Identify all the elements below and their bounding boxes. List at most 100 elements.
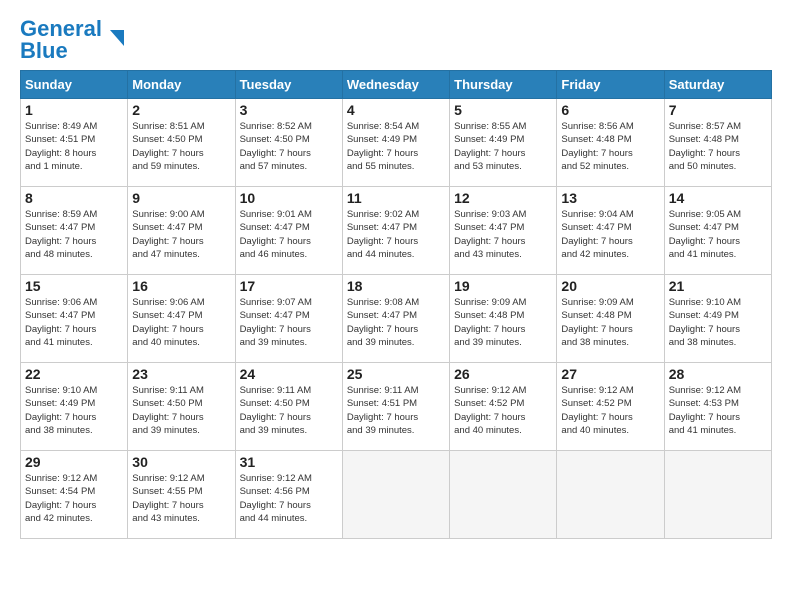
page: GeneralBlue SundayMondayTuesdayWednesday… (0, 0, 792, 549)
day-number: 16 (132, 278, 230, 294)
day-number: 27 (561, 366, 659, 382)
day-number: 1 (25, 102, 123, 118)
day-info: Sunrise: 8:51 AM Sunset: 4:50 PM Dayligh… (132, 120, 230, 173)
week-row-3: 15Sunrise: 9:06 AM Sunset: 4:47 PM Dayli… (21, 275, 772, 363)
day-cell: 16 Sunrise: 9:06 AM Sunset: 4:47 PM Dayli… (128, 275, 235, 363)
header-row: SundayMondayTuesdayWednesdayThursdayFrid… (21, 71, 772, 99)
day-cell: 21 Sunrise: 9:10 AM Sunset: 4:49 PM Dayli… (664, 275, 771, 363)
logo-text: GeneralBlue (20, 18, 102, 62)
day-number: 29 (25, 454, 123, 470)
day-info: Sunrise: 9:11 AM Sunset: 4:50 PM Dayligh… (132, 384, 230, 437)
day-cell: 11 Sunrise: 9:02 AM Sunset: 4:47 PM Dayli… (342, 187, 449, 275)
day-info: Sunrise: 9:06 AM Sunset: 4:47 PM Dayligh… (132, 296, 230, 349)
day-cell (342, 451, 449, 539)
day-cell (450, 451, 557, 539)
day-info: Sunrise: 9:06 AM Sunset: 4:47 PM Dayligh… (25, 296, 123, 349)
day-number: 5 (454, 102, 552, 118)
day-info: Sunrise: 8:49 AM Sunset: 4:51 PM Dayligh… (25, 120, 123, 173)
day-cell: 15Sunrise: 9:06 AM Sunset: 4:47 PM Dayli… (21, 275, 128, 363)
day-number: 31 (240, 454, 338, 470)
day-cell: 20 Sunrise: 9:09 AM Sunset: 4:48 PM Dayli… (557, 275, 664, 363)
day-cell: 14 Sunrise: 9:05 AM Sunset: 4:47 PM Dayli… (664, 187, 771, 275)
day-cell: 24Sunrise: 9:11 AM Sunset: 4:50 PM Dayli… (235, 363, 342, 451)
day-info: Sunrise: 9:12 AM Sunset: 4:54 PM Dayligh… (25, 472, 123, 525)
day-info: Sunrise: 8:56 AM Sunset: 4:48 PM Dayligh… (561, 120, 659, 173)
day-number: 22 (25, 366, 123, 382)
day-number: 19 (454, 278, 552, 294)
day-info: Sunrise: 9:00 AM Sunset: 4:47 PM Dayligh… (132, 208, 230, 261)
day-cell: 8Sunrise: 8:59 AM Sunset: 4:47 PM Daylig… (21, 187, 128, 275)
day-info: Sunrise: 8:55 AM Sunset: 4:49 PM Dayligh… (454, 120, 552, 173)
col-header-sunday: Sunday (21, 71, 128, 99)
day-cell: 9Sunrise: 9:00 AM Sunset: 4:47 PM Daylig… (128, 187, 235, 275)
day-number: 12 (454, 190, 552, 206)
week-row-4: 22 Sunrise: 9:10 AM Sunset: 4:49 PM Dayli… (21, 363, 772, 451)
day-number: 10 (240, 190, 338, 206)
day-info: Sunrise: 9:10 AM Sunset: 4:49 PM Dayligh… (25, 384, 123, 437)
day-cell: 17 Sunrise: 9:07 AM Sunset: 4:47 PM Dayli… (235, 275, 342, 363)
day-info: Sunrise: 8:57 AM Sunset: 4:48 PM Dayligh… (669, 120, 767, 173)
day-cell: 2 Sunrise: 8:51 AM Sunset: 4:50 PM Daylig… (128, 99, 235, 187)
logo-icon (106, 28, 128, 50)
day-cell: 31 Sunrise: 9:12 AM Sunset: 4:56 PM Dayli… (235, 451, 342, 539)
day-number: 17 (240, 278, 338, 294)
day-info: Sunrise: 9:12 AM Sunset: 4:55 PM Dayligh… (132, 472, 230, 525)
day-number: 14 (669, 190, 767, 206)
day-cell: 27 Sunrise: 9:12 AM Sunset: 4:52 PM Dayli… (557, 363, 664, 451)
header: GeneralBlue (20, 18, 772, 62)
day-info: Sunrise: 9:05 AM Sunset: 4:47 PM Dayligh… (669, 208, 767, 261)
week-row-5: 29 Sunrise: 9:12 AM Sunset: 4:54 PM Dayli… (21, 451, 772, 539)
col-header-tuesday: Tuesday (235, 71, 342, 99)
col-header-wednesday: Wednesday (342, 71, 449, 99)
day-cell: 6 Sunrise: 8:56 AM Sunset: 4:48 PM Daylig… (557, 99, 664, 187)
day-cell: 19Sunrise: 9:09 AM Sunset: 4:48 PM Dayli… (450, 275, 557, 363)
day-cell: 7 Sunrise: 8:57 AM Sunset: 4:48 PM Daylig… (664, 99, 771, 187)
day-cell (557, 451, 664, 539)
day-cell: 23 Sunrise: 9:11 AM Sunset: 4:50 PM Dayli… (128, 363, 235, 451)
day-cell: 12 Sunrise: 9:03 AM Sunset: 4:47 PM Dayli… (450, 187, 557, 275)
day-number: 23 (132, 366, 230, 382)
day-cell: 22 Sunrise: 9:10 AM Sunset: 4:49 PM Dayli… (21, 363, 128, 451)
day-cell (664, 451, 771, 539)
calendar-table: SundayMondayTuesdayWednesdayThursdayFrid… (20, 70, 772, 539)
day-cell: 5 Sunrise: 8:55 AM Sunset: 4:49 PM Daylig… (450, 99, 557, 187)
day-info: Sunrise: 9:03 AM Sunset: 4:47 PM Dayligh… (454, 208, 552, 261)
day-number: 2 (132, 102, 230, 118)
day-info: Sunrise: 8:59 AM Sunset: 4:47 PM Dayligh… (25, 208, 123, 261)
day-info: Sunrise: 9:12 AM Sunset: 4:53 PM Dayligh… (669, 384, 767, 437)
week-row-1: 1 Sunrise: 8:49 AM Sunset: 4:51 PM Daylig… (21, 99, 772, 187)
day-number: 13 (561, 190, 659, 206)
day-info: Sunrise: 9:12 AM Sunset: 4:52 PM Dayligh… (454, 384, 552, 437)
day-cell: 3 Sunrise: 8:52 AM Sunset: 4:50 PM Daylig… (235, 99, 342, 187)
day-info: Sunrise: 9:12 AM Sunset: 4:52 PM Dayligh… (561, 384, 659, 437)
day-number: 24 (240, 366, 338, 382)
day-cell: 1 Sunrise: 8:49 AM Sunset: 4:51 PM Daylig… (21, 99, 128, 187)
day-number: 11 (347, 190, 445, 206)
col-header-monday: Monday (128, 71, 235, 99)
day-cell: 28 Sunrise: 9:12 AM Sunset: 4:53 PM Dayli… (664, 363, 771, 451)
day-number: 21 (669, 278, 767, 294)
day-number: 3 (240, 102, 338, 118)
day-cell: 29 Sunrise: 9:12 AM Sunset: 4:54 PM Dayli… (21, 451, 128, 539)
day-info: Sunrise: 9:08 AM Sunset: 4:47 PM Dayligh… (347, 296, 445, 349)
day-number: 28 (669, 366, 767, 382)
day-number: 26 (454, 366, 552, 382)
day-number: 30 (132, 454, 230, 470)
day-cell: 4Sunrise: 8:54 AM Sunset: 4:49 PM Daylig… (342, 99, 449, 187)
day-number: 7 (669, 102, 767, 118)
day-info: Sunrise: 8:52 AM Sunset: 4:50 PM Dayligh… (240, 120, 338, 173)
day-info: Sunrise: 9:12 AM Sunset: 4:56 PM Dayligh… (240, 472, 338, 525)
day-number: 6 (561, 102, 659, 118)
day-info: Sunrise: 9:10 AM Sunset: 4:49 PM Dayligh… (669, 296, 767, 349)
day-cell: 26 Sunrise: 9:12 AM Sunset: 4:52 PM Dayli… (450, 363, 557, 451)
logo: GeneralBlue (20, 18, 128, 62)
day-number: 18 (347, 278, 445, 294)
day-info: Sunrise: 9:02 AM Sunset: 4:47 PM Dayligh… (347, 208, 445, 261)
day-info: Sunrise: 9:11 AM Sunset: 4:51 PM Dayligh… (347, 384, 445, 437)
day-number: 20 (561, 278, 659, 294)
day-info: Sunrise: 9:07 AM Sunset: 4:47 PM Dayligh… (240, 296, 338, 349)
day-cell: 13Sunrise: 9:04 AM Sunset: 4:47 PM Dayli… (557, 187, 664, 275)
day-info: Sunrise: 9:09 AM Sunset: 4:48 PM Dayligh… (561, 296, 659, 349)
day-cell: 25Sunrise: 9:11 AM Sunset: 4:51 PM Dayli… (342, 363, 449, 451)
day-cell: 30 Sunrise: 9:12 AM Sunset: 4:55 PM Dayli… (128, 451, 235, 539)
